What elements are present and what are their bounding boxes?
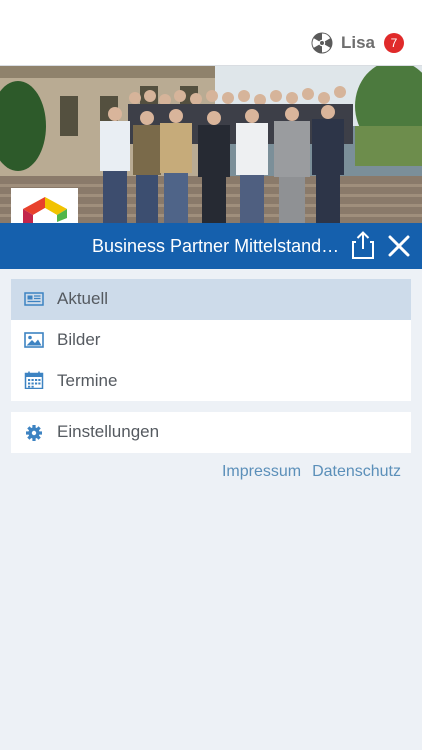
main-menu: Aktuell Bilder Termine [11, 279, 411, 401]
datenschutz-link[interactable]: Datenschutz [312, 463, 401, 481]
top-bar: Lisa 7 [0, 0, 422, 66]
title-bar: Business Partner Mittelstands... [0, 223, 422, 269]
user-menu[interactable]: Lisa 7 [311, 30, 404, 56]
user-name: Lisa [340, 33, 375, 52]
image-icon [24, 331, 44, 348]
settings-menu: Einstellungen [11, 412, 411, 453]
share-icon[interactable] [352, 231, 374, 259]
notification-badge: 7 [384, 33, 404, 53]
close-icon[interactable] [388, 235, 410, 257]
page-title: Business Partner Mittelstands... [92, 236, 342, 256]
hero-banner: Business Partner Mittelstands... [0, 66, 422, 269]
menu-item-aktuell[interactable]: Aktuell [11, 279, 411, 320]
radiation-symbol-icon [311, 32, 333, 54]
menu-item-label: Einstellungen [57, 422, 160, 442]
footer-links: Impressum Datenschutz [222, 463, 401, 481]
menu-item-label: Bilder [57, 330, 101, 350]
menu-item-label: Aktuell [57, 289, 109, 309]
impressum-link[interactable]: Impressum [222, 463, 301, 481]
calendar-icon [24, 371, 44, 390]
newspaper-icon [24, 292, 44, 306]
menu-item-termine[interactable]: Termine [11, 360, 411, 401]
menu-item-bilder[interactable]: Bilder [11, 320, 411, 361]
menu-item-einstellungen[interactable]: Einstellungen [11, 412, 411, 453]
menu-item-label: Termine [57, 370, 118, 390]
gear-icon [26, 425, 42, 441]
